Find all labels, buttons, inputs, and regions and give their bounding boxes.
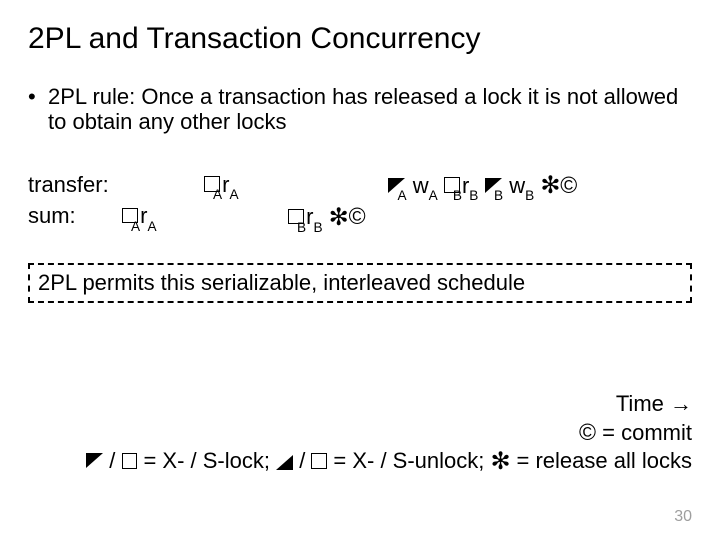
row-label-transfer: transfer:: [28, 171, 122, 202]
transfer-op-2: A wA: [388, 173, 444, 198]
bullet-dot: •: [28, 84, 48, 109]
page-number: 30: [674, 508, 692, 526]
permits-text: 2PL permits this serializable, interleav…: [38, 270, 525, 295]
sunlock-icon: [311, 453, 327, 469]
transfer-op-3: BrB: [444, 173, 485, 198]
schedule: transfer: ArA A wA BrB B wB ✻©: [28, 171, 692, 234]
commit-icon: ©: [579, 419, 596, 445]
slide-title: 2PL and Transaction Concurrency: [28, 22, 692, 56]
legend: Time → © = commit / = X- / S-lock; / = X…: [28, 390, 692, 476]
row-label-sum: sum:: [28, 202, 122, 233]
sum-release: ✻: [329, 204, 349, 229]
legend-time: Time →: [28, 390, 692, 418]
sum-op-1: ArA: [122, 203, 157, 228]
schedule-row-sum: sum: ArA BrB ✻©: [28, 202, 692, 233]
release-icon: ✻: [491, 448, 511, 475]
rule-text: 2PL rule: Once a transaction has release…: [48, 84, 678, 134]
transfer-op-1: ArA: [204, 172, 239, 197]
xunlock-icon: [276, 455, 293, 470]
transfer-commit: ©: [560, 173, 577, 198]
sum-commit: ©: [349, 204, 366, 229]
permits-box: 2PL permits this serializable, interleav…: [28, 263, 692, 303]
transfer-release: ✻: [540, 173, 560, 198]
slock-icon: [122, 453, 138, 469]
rule-bullet: •2PL rule: Once a transaction has releas…: [28, 84, 692, 135]
sum-op-2: BrB: [288, 204, 329, 229]
schedule-row-transfer: transfer: ArA A wA BrB B wB ✻©: [28, 171, 692, 202]
legend-locks: / = X- / S-lock; / = X- / S-unlock; ✻ = …: [28, 446, 692, 476]
transfer-op-4: B wB: [485, 173, 541, 198]
xlock-icon: [86, 453, 103, 468]
legend-commit: © = commit: [28, 418, 692, 447]
